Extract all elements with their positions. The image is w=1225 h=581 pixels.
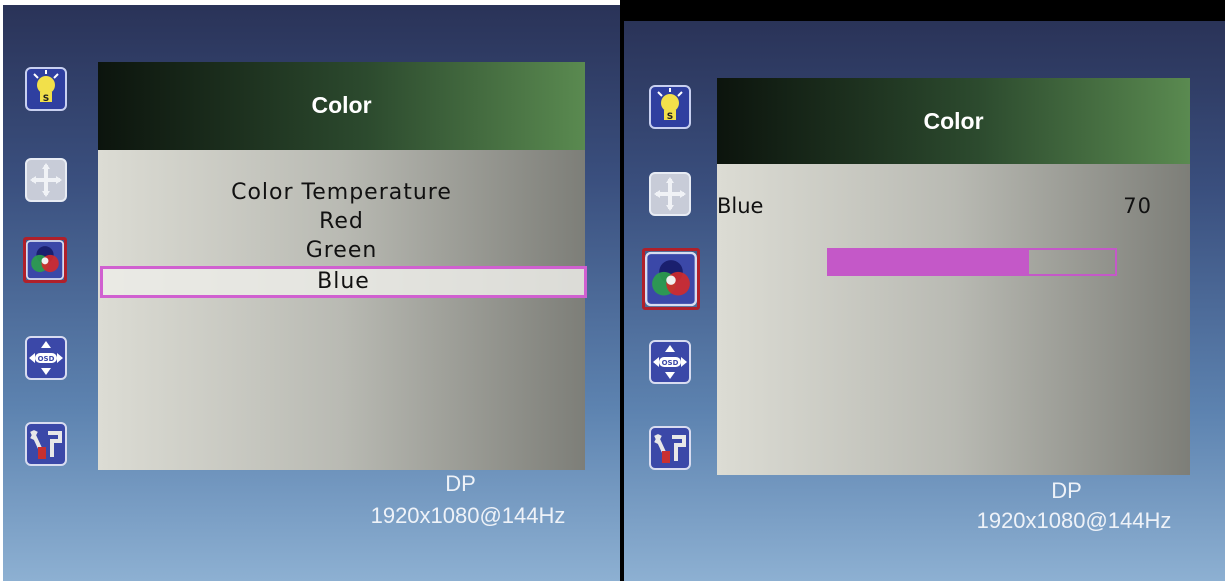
menu-header: Color bbox=[98, 62, 585, 150]
setting-label: Blue bbox=[717, 194, 764, 218]
position-icon[interactable] bbox=[648, 171, 692, 217]
osd-settings-icon[interactable]: OSD bbox=[24, 335, 68, 381]
menu-title: Color bbox=[923, 108, 984, 134]
blue-level-slider[interactable] bbox=[827, 248, 1117, 276]
osd-settings-icon[interactable]: OSD bbox=[648, 339, 692, 385]
color-menu: Color Blue 70 bbox=[717, 78, 1190, 475]
setting-value: 70 bbox=[1123, 194, 1152, 218]
menu-item-green[interactable]: Green bbox=[98, 237, 585, 265]
slider-fill bbox=[829, 250, 1030, 274]
tools-icon[interactable] bbox=[648, 425, 692, 471]
color-icon[interactable] bbox=[23, 237, 67, 283]
top-black-strip bbox=[620, 0, 1225, 21]
menu-item-red[interactable]: Red bbox=[98, 208, 585, 236]
menu-body: Color Temperature Red Green Blue bbox=[98, 150, 587, 470]
svg-text:OSD: OSD bbox=[662, 359, 679, 367]
color-icon[interactable] bbox=[642, 248, 700, 310]
resolution-label: 1920x1080@144Hz bbox=[976, 508, 1172, 533]
svg-text:S: S bbox=[667, 112, 673, 122]
svg-text:S: S bbox=[43, 94, 49, 104]
menu-item-color-temperature[interactable]: Color Temperature bbox=[98, 179, 585, 207]
menu-item-blue[interactable]: Blue bbox=[100, 266, 587, 298]
osd-screen-left: S OSD Color Color Temperature Red Green … bbox=[3, 5, 620, 581]
tools-icon[interactable] bbox=[24, 421, 68, 467]
svg-text:OSD: OSD bbox=[38, 355, 55, 363]
brightness-icon[interactable]: S bbox=[24, 66, 68, 112]
input-source-label: DP bbox=[445, 471, 476, 496]
menu-header: Color bbox=[717, 78, 1190, 164]
color-menu: Color Color Temperature Red Green Blue bbox=[98, 62, 587, 470]
menu-title: Color bbox=[311, 92, 372, 118]
menu-body: Blue 70 bbox=[717, 164, 1190, 475]
input-source-label: DP bbox=[1051, 478, 1082, 503]
resolution-label: 1920x1080@144Hz bbox=[370, 503, 566, 528]
osd-screen-right: S OSD Color Blue 70 DP 1920x1080@144Hz bbox=[624, 21, 1225, 581]
brightness-icon[interactable]: S bbox=[648, 84, 692, 130]
position-icon[interactable] bbox=[24, 157, 68, 203]
